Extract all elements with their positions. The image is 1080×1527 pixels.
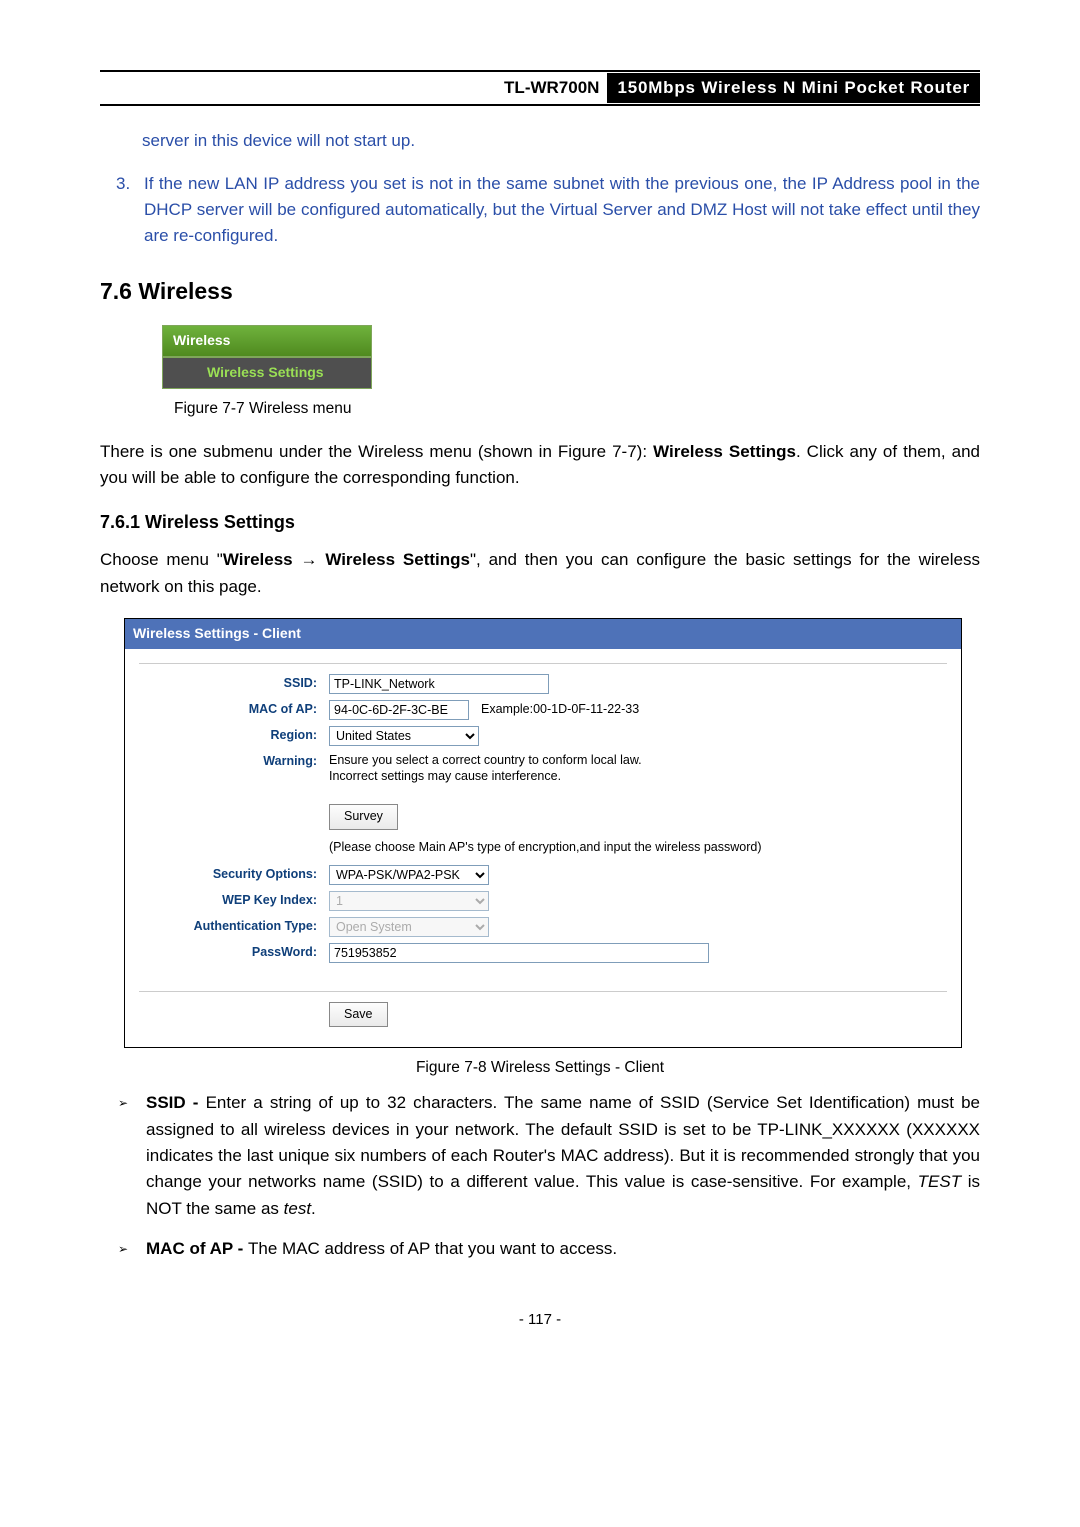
panel-title: Wireless Settings - Client <box>125 619 961 649</box>
intro-paragraph: There is one submenu under the Wireless … <box>100 439 980 492</box>
bullet-list: ➢ SSID - Enter a string of up to 32 char… <box>100 1090 980 1262</box>
password-input[interactable] <box>329 943 709 963</box>
arrow: → <box>293 550 326 569</box>
figure-7-8-caption: Figure 7-8 Wireless Settings - Client <box>100 1056 980 1080</box>
note-continued: server in this device will not start up. <box>142 128 980 154</box>
auth-type-label: Authentication Type: <box>125 917 329 936</box>
bullet-text: The MAC address of AP that you want to a… <box>248 1239 617 1258</box>
text: There is one submenu under the Wireless … <box>100 442 653 461</box>
region-label: Region: <box>125 726 329 745</box>
model-desc: 150Mbps Wireless N Mini Pocket Router <box>607 73 980 103</box>
bold: Wireless <box>223 550 293 569</box>
mac-example: Example:00-1D-0F-11-22-33 <box>481 700 639 719</box>
italic-test: TEST <box>918 1172 961 1191</box>
warning-line1: Ensure you select a correct country to c… <box>329 752 642 768</box>
password-label: PassWord: <box>125 943 329 962</box>
page-number: - 117 - <box>100 1308 980 1331</box>
heading-wireless: 7.6 Wireless <box>100 274 980 310</box>
bullet-icon: ➢ <box>118 1236 130 1262</box>
ssid-input[interactable] <box>329 674 549 694</box>
bullet-ssid: ➢ SSID - Enter a string of up to 32 char… <box>118 1090 980 1222</box>
page-header: TL-WR700N 150Mbps Wireless N Mini Pocket… <box>100 70 980 106</box>
list-body: If the new LAN IP address you set is not… <box>144 171 980 250</box>
text: Choose menu " <box>100 550 223 569</box>
auth-type-select: Open System <box>329 917 489 937</box>
mac-label: MAC of AP: <box>125 700 329 719</box>
divider <box>139 663 947 664</box>
warning-label: Warning: <box>125 752 329 771</box>
bold: Wireless Settings <box>653 442 796 461</box>
bold: Wireless Settings <box>325 550 470 569</box>
menu-item-wireless: Wireless <box>162 325 372 357</box>
security-options-select[interactable]: WPA-PSK/WPA2-PSK <box>329 865 489 885</box>
bullet-text: . <box>311 1199 316 1218</box>
wireless-settings-panel: Wireless Settings - Client SSID: MAC of … <box>124 618 962 1048</box>
list-num: 3. <box>116 171 132 250</box>
security-options-label: Security Options: <box>125 865 329 884</box>
bullet-mac: ➢ MAC of AP - The MAC address of AP that… <box>118 1236 980 1262</box>
bullet-icon: ➢ <box>118 1090 130 1222</box>
survey-button[interactable]: Survey <box>329 804 398 829</box>
heading-wireless-settings: 7.6.1 Wireless Settings <box>100 509 980 537</box>
region-select[interactable]: United States <box>329 726 479 746</box>
bullet-text: Enter a string of up to 32 characters. T… <box>146 1093 980 1191</box>
choose-menu-paragraph: Choose menu "Wireless → Wireless Setting… <box>100 547 980 600</box>
wep-key-index-label: WEP Key Index: <box>125 891 329 910</box>
divider <box>139 991 947 992</box>
figure-7-7-caption: Figure 7-7 Wireless menu <box>174 397 980 421</box>
save-button[interactable]: Save <box>329 1002 388 1027</box>
wep-key-index-select: 1 <box>329 891 489 911</box>
bullet-label: SSID - <box>146 1093 206 1112</box>
ssid-label: SSID: <box>125 674 329 693</box>
wireless-menu-image: Wireless Wireless Settings <box>162 325 980 388</box>
warning-text: Ensure you select a correct country to c… <box>329 752 642 785</box>
encryption-hint: (Please choose Main AP's type of encrypt… <box>329 838 961 857</box>
menu-item-wireless-settings: Wireless Settings <box>162 357 372 389</box>
bullet-label: MAC of AP - <box>146 1239 248 1258</box>
warning-line2: Incorrect settings may cause interferenc… <box>329 768 642 784</box>
mac-input[interactable] <box>329 700 469 720</box>
model-label: TL-WR700N <box>496 73 607 103</box>
list-item-3: 3. If the new LAN IP address you set is … <box>116 171 980 250</box>
italic-test2: test <box>284 1199 311 1218</box>
